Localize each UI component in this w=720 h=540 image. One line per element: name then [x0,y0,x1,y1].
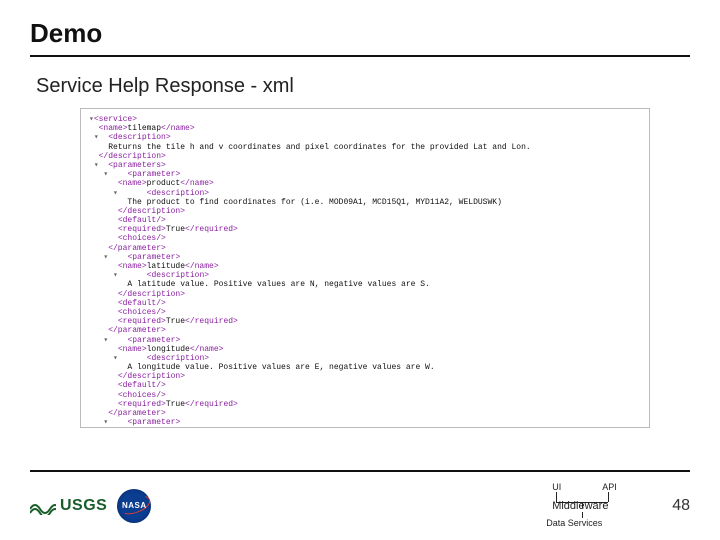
footer: USGS NASA UI API Middleware Data Service… [0,470,720,540]
usgs-text: USGS [60,497,107,515]
usgs-wave-icon [30,497,56,515]
diagram-ui-label: UI [552,482,561,492]
usgs-logo: USGS [30,497,107,515]
logo-group: USGS NASA [30,489,151,523]
architecture-diagram: UI API Middleware Data Services [534,482,644,530]
slide: Demo Service Help Response - xml ▾<servi… [0,0,720,540]
page-title: Demo [30,18,690,49]
nasa-text: NASA [122,501,147,510]
page-number: 48 [672,497,690,515]
title-rule [30,55,690,57]
footer-row: USGS NASA UI API Middleware Data Service… [30,478,690,533]
footer-rule [30,470,690,472]
diagram-data-label: Data Services [546,518,602,528]
diagram-middleware-label: Middleware [552,500,608,512]
nasa-logo: NASA [117,489,151,523]
xml-response-box: ▾<service> <name>tilemap</name> ▾ <descr… [80,108,650,428]
subtitle: Service Help Response - xml [36,75,690,98]
diagram-api-label: API [602,482,617,492]
